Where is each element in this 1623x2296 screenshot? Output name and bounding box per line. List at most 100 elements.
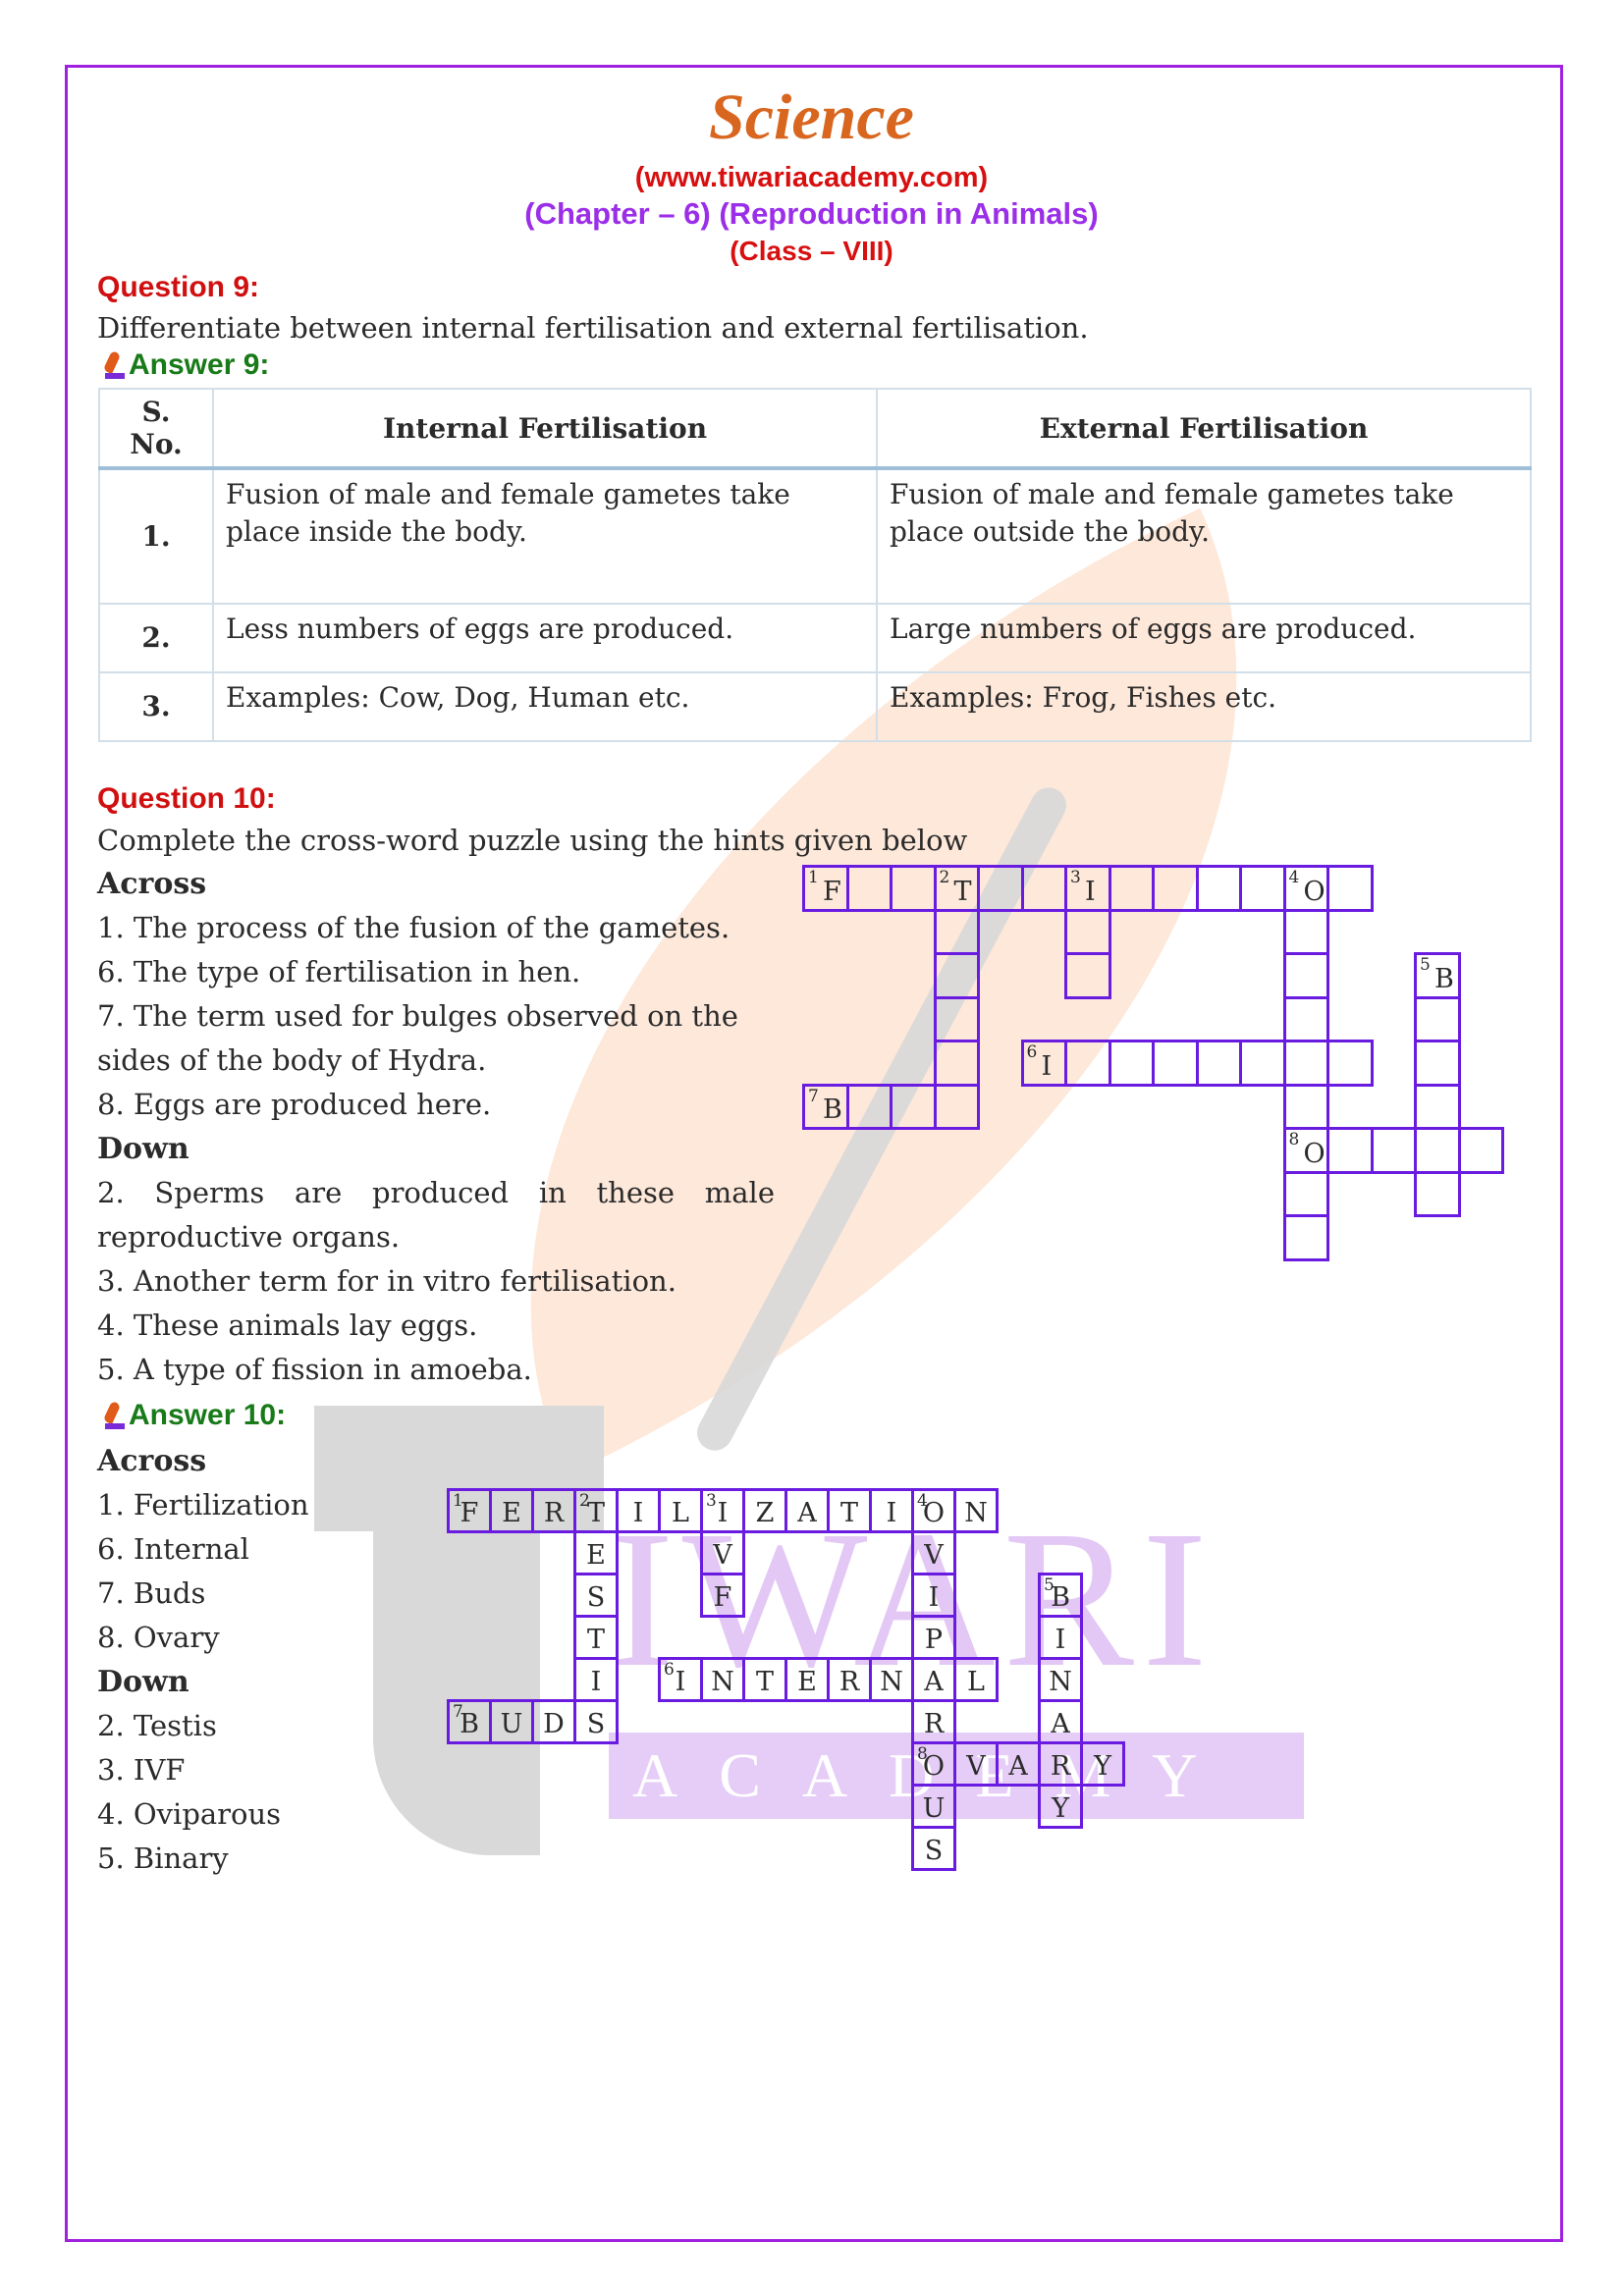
cell-letter: A: [1008, 1751, 1028, 1782]
crossword-cell: [1064, 1040, 1111, 1087]
cell-letter: E: [797, 1667, 817, 1697]
crossword-cell: [1326, 1127, 1374, 1174]
answer-9-heading: Answer 9:: [97, 348, 269, 382]
across-heading: Across: [97, 867, 207, 901]
crossword-cell: [1108, 865, 1155, 912]
comparison-table: S. No. Internal Fertilisation External F…: [98, 388, 1532, 742]
crossword-cell: T: [827, 1488, 872, 1533]
cell-letter: I: [590, 1667, 602, 1697]
hint-down-3: 3. Another term for in vitro fertilisati…: [97, 1264, 676, 1298]
cell-letter: V: [713, 1540, 732, 1571]
answer-9-label: Answer 9:: [129, 348, 270, 381]
cell-letter: Y: [1094, 1751, 1111, 1782]
crossword-cell: 6I: [658, 1657, 703, 1702]
crossword-cell: [977, 865, 1024, 912]
crossword-cell: [933, 908, 980, 955]
answer-down-4: 4. Oviparous: [97, 1797, 282, 1831]
crossword-cell: [1239, 1040, 1286, 1087]
cell-letter: I: [675, 1667, 686, 1697]
answers-down-heading: Down: [97, 1665, 189, 1699]
clue-number: 3: [1070, 868, 1081, 887]
crossword-cell: N: [953, 1488, 999, 1533]
answer-down-2: 2. Testis: [97, 1709, 217, 1742]
crossword-cell: [1152, 1040, 1199, 1087]
crossword-cell: [933, 1083, 980, 1130]
cell-letter: I: [1055, 1625, 1066, 1655]
crossword-cell: U: [489, 1699, 534, 1744]
crossword-cell: I: [1038, 1615, 1083, 1660]
cell-letter: I: [1085, 876, 1096, 907]
cell-internal: Less numbers of eggs are produced.: [212, 603, 878, 673]
cell-letter: I: [632, 1498, 644, 1528]
crossword-cell: [1020, 865, 1067, 912]
crossword-cell: [845, 865, 893, 912]
crossword-cell: [890, 865, 937, 912]
crossword-cell: U: [911, 1784, 956, 1829]
crossword-cell: 7B: [802, 1083, 849, 1130]
crossword-cell: I: [911, 1573, 956, 1618]
crossword-cell: [1326, 1040, 1374, 1087]
crossword-cell: R: [911, 1699, 956, 1744]
crossword-cell: 7B: [447, 1699, 492, 1744]
answer-10-heading: Answer 10:: [97, 1399, 286, 1432]
header-external: External Fertilisation: [876, 388, 1532, 470]
crossword-cell: 1F: [447, 1488, 492, 1533]
crossword-cell: [1064, 908, 1111, 955]
cell-letter: N: [1049, 1667, 1072, 1697]
crossword-cell: 2T: [933, 865, 980, 912]
cell-internal: Examples: Cow, Dog, Human etc.: [212, 671, 878, 742]
crossword-cell: A: [1038, 1699, 1083, 1744]
crossword-cell: [1414, 995, 1461, 1042]
crossword-cell: N: [869, 1657, 914, 1702]
crossword-cell: T: [573, 1615, 619, 1660]
crossword-cell: I: [573, 1657, 619, 1702]
crossword-cell: [1195, 865, 1242, 912]
crossword-cell: [933, 952, 980, 999]
chapter-heading: (Chapter – 6) (Reproduction in Animals): [524, 196, 1099, 231]
quill-icon: [97, 1402, 127, 1431]
crossword-cell: R: [1038, 1741, 1083, 1787]
cell-letter: T: [586, 1625, 605, 1655]
crossword-cell: E: [573, 1530, 619, 1575]
cell-letter: A: [1051, 1709, 1070, 1739]
cell-letter: O: [1303, 876, 1325, 907]
crossword-cell: [933, 1040, 980, 1087]
crossword-cell: R: [827, 1657, 872, 1702]
cell-letter: I: [886, 1498, 897, 1528]
crossword-cell: [1239, 865, 1286, 912]
website-link[interactable]: (www.tiwariacademy.com): [0, 162, 1623, 194]
crossword-cell: I: [616, 1488, 661, 1533]
hints-block: Across 1. The process of the fusion of t…: [97, 862, 775, 1392]
hint-down-2: 2. Sperms are produced in these male rep…: [97, 1176, 775, 1254]
crossword-cell: L: [953, 1657, 999, 1702]
crossword-cell: N: [1038, 1657, 1083, 1702]
answer-across-8: 8. Ovary: [97, 1621, 220, 1654]
crossword-cell: A: [911, 1657, 956, 1702]
answer-across-1: 1. Fertilization: [97, 1488, 309, 1522]
crossword-cell: [933, 995, 980, 1042]
cell-letter: T: [953, 876, 972, 907]
crossword-cell: Z: [742, 1488, 787, 1533]
crossword-cell: [845, 1083, 893, 1130]
crossword-cell: P: [911, 1615, 956, 1660]
crossword-cell: [1282, 952, 1329, 999]
crossword-cell: [890, 1083, 937, 1130]
crossword-cell: [1282, 1083, 1329, 1130]
cell-letter: T: [755, 1667, 774, 1697]
crossword-cell: [1457, 1127, 1504, 1174]
answers-block: Across 1. Fertilization 6. Internal 7. B…: [97, 1439, 309, 1881]
cell-letter: O: [922, 1498, 946, 1528]
answer-across-7: 7. Buds: [97, 1576, 206, 1610]
crossword-cell: [1282, 1214, 1329, 1261]
crossword-cell: 8O: [1282, 1127, 1329, 1174]
cell-letter: U: [922, 1793, 946, 1824]
quill-icon: [97, 351, 127, 381]
clue-number: 5: [1420, 955, 1431, 975]
cell-letter: O: [1303, 1138, 1325, 1169]
crossword-cell: A: [996, 1741, 1041, 1787]
cell-letter: T: [586, 1498, 605, 1528]
cell-sno: 1.: [98, 467, 214, 605]
crossword-cell: 5B: [1038, 1573, 1083, 1618]
answer-down-3: 3. IVF: [97, 1753, 186, 1787]
crossword-cell: 5B: [1414, 952, 1461, 999]
